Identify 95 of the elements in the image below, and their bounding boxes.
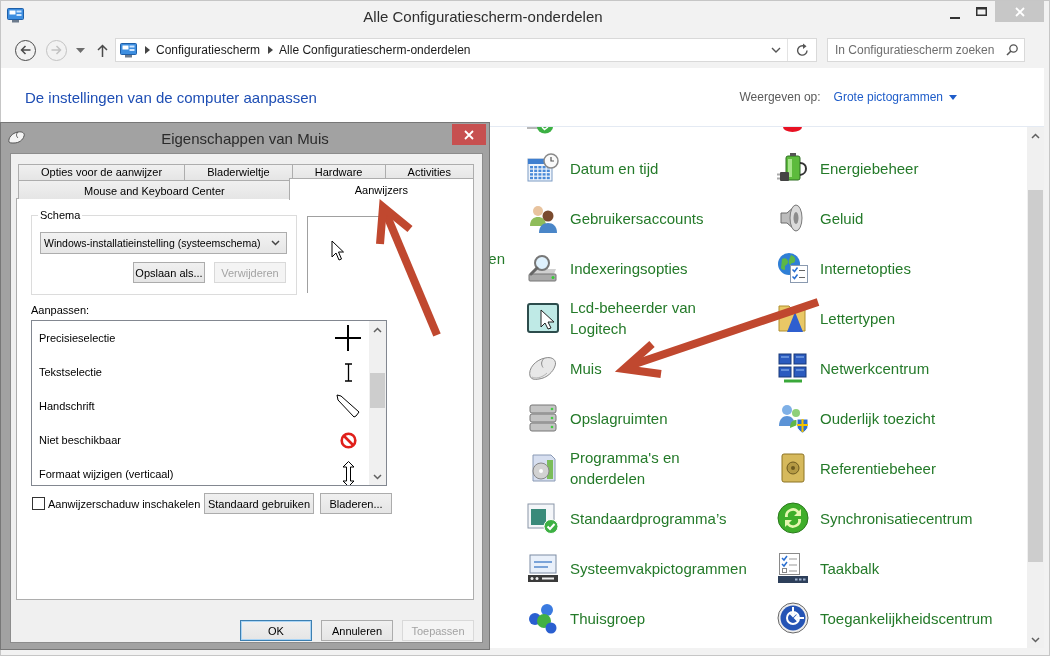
tab[interactable]: Mouse and Keyboard Center bbox=[18, 180, 291, 199]
mouse-icon bbox=[8, 131, 25, 144]
search-icon bbox=[1006, 44, 1018, 56]
tab[interactable]: Bladerwieltje bbox=[184, 164, 293, 180]
address-bar[interactable]: Configuratiescherm Alle Configuratiescherm-onderdelen bbox=[115, 38, 817, 62]
control-panel-link[interactable]: Standaardprogramma’s bbox=[527, 502, 727, 534]
control-panel-link[interactable]: Lcd-beheerder van Logitech bbox=[527, 297, 696, 339]
unavailable-cursor-icon bbox=[339, 431, 357, 449]
tab[interactable]: Opties voor de aanwijzer bbox=[18, 164, 186, 180]
breadcrumb-link[interactable]: Alle Configuratiescherm-onderdelen bbox=[279, 43, 471, 57]
check-badge-icon bbox=[527, 127, 554, 134]
globe-checklist-icon bbox=[777, 252, 809, 284]
dialog-button[interactable]: Bladeren... bbox=[320, 493, 392, 514]
control-panel-link[interactable]: Gebruikersaccounts bbox=[527, 202, 704, 234]
scrollbar-thumb[interactable] bbox=[370, 373, 385, 408]
control-panel-link[interactable]: Lettertypen bbox=[777, 302, 896, 334]
page-heading: De instellingen van de computer aanpassen bbox=[25, 88, 317, 106]
stacked-drives-icon bbox=[527, 402, 559, 434]
view-mode-dropdown[interactable]: Grote pictogrammen bbox=[833, 90, 957, 104]
arrow-cursor-icon bbox=[331, 240, 344, 261]
chevron-down-icon[interactable] bbox=[373, 473, 382, 480]
screen-pointer-icon bbox=[527, 302, 559, 334]
chevron-up-icon[interactable] bbox=[373, 326, 382, 333]
control-panel-link[interactable]: Indexeringsopties bbox=[527, 252, 688, 284]
control-panel-link[interactable]: Opslagruimten bbox=[527, 402, 668, 434]
control-panel-link[interactable]: Taakbalk bbox=[777, 552, 880, 584]
control-panel-icon bbox=[7, 7, 24, 23]
tab[interactable]: Aanwijzers bbox=[288, 178, 474, 200]
people-shield-icon bbox=[777, 402, 809, 434]
chevron-right-icon bbox=[268, 46, 274, 54]
pointer-name[interactable]: Niet beschikbaar bbox=[38, 433, 122, 447]
control-panel-link[interactable]: Geluid bbox=[777, 202, 864, 234]
arrow-right-icon bbox=[51, 45, 62, 55]
calendar-clock-icon bbox=[527, 152, 559, 184]
dialog-button[interactable]: Annuleren bbox=[321, 620, 393, 641]
dialog-button[interactable]: Standaard gebruiken bbox=[204, 493, 314, 514]
scrollbar[interactable] bbox=[369, 321, 386, 485]
pen-cursor-icon bbox=[336, 394, 360, 418]
pointer-name[interactable]: Precisieselectie bbox=[38, 331, 117, 345]
tray-panel-icon bbox=[527, 552, 559, 584]
sync-arrows-icon bbox=[777, 502, 809, 534]
crosshair-cursor-icon bbox=[335, 325, 361, 351]
control-panel-link[interactable]: Referentiebeheer bbox=[777, 452, 936, 484]
scheme-label: Schema bbox=[39, 209, 82, 222]
dialog-button[interactable]: OK bbox=[240, 620, 312, 641]
chevron-down-icon[interactable] bbox=[1031, 636, 1040, 643]
scheme-select[interactable]: Windows-installatieinstelling (systeemschema) bbox=[40, 232, 287, 254]
view-label: Weergeven op: bbox=[739, 90, 821, 104]
search-field[interactable]: In Configuratiescherm zoeken bbox=[827, 38, 1025, 62]
network-monitors-icon bbox=[777, 352, 809, 384]
control-panel-link[interactable]: Muis bbox=[527, 352, 602, 384]
control-panel-link[interactable]: Toegankelijkheidscentrum bbox=[777, 602, 993, 634]
close-icon bbox=[1014, 6, 1025, 17]
chevron-down-icon bbox=[271, 240, 280, 246]
checkbox[interactable] bbox=[32, 497, 45, 510]
maximize-icon bbox=[976, 7, 987, 16]
caret-down-icon bbox=[949, 94, 957, 100]
control-panel-link[interactable]: Synchronisatiecentrum bbox=[777, 502, 973, 534]
text-cursor-icon bbox=[343, 362, 353, 382]
caret-down-icon[interactable] bbox=[76, 47, 85, 53]
control-panel-link[interactable]: Energiebeheer bbox=[777, 152, 919, 184]
scrollbar[interactable] bbox=[1027, 127, 1044, 648]
control-panel-link[interactable]: Programma's en onderdelen bbox=[527, 447, 680, 489]
magnifier-drive-icon bbox=[527, 252, 559, 284]
control-panel-link[interactable]: Thuisgroep bbox=[527, 602, 646, 634]
pointer-name[interactable]: Handschrift bbox=[38, 399, 96, 413]
dialog-button[interactable]: Opslaan als... bbox=[133, 262, 205, 283]
refresh-icon bbox=[795, 43, 809, 57]
linked-spheres-icon bbox=[527, 602, 559, 634]
control-panel-link[interactable]: Systeemvakpictogrammen bbox=[527, 552, 747, 584]
checklist-bar-icon bbox=[777, 552, 809, 584]
accessibility-icon bbox=[777, 602, 809, 634]
breadcrumb-link[interactable]: Configuratiescherm bbox=[156, 43, 261, 57]
window-check-icon bbox=[527, 502, 559, 534]
customize-label: Aanpassen: bbox=[31, 304, 90, 317]
control-panel-link[interactable]: Datum en tijd bbox=[527, 152, 659, 184]
arrow-up-icon[interactable] bbox=[97, 43, 108, 57]
checkbox-label: Aanwijzerschaduw inschakelen bbox=[48, 497, 201, 510]
arrow-left-icon bbox=[20, 45, 31, 55]
control-panel-link[interactable]: Ouderlijk toezicht bbox=[777, 402, 936, 434]
window-title: Alle Configuratiescherm-onderdelen bbox=[363, 8, 603, 26]
control-panel-link[interactable]: Netwerkcentrum bbox=[777, 352, 930, 384]
chevron-down-icon[interactable] bbox=[771, 47, 781, 53]
scrollbar-thumb[interactable] bbox=[1028, 190, 1043, 562]
dialog-title: Eigenschappen van Muis bbox=[161, 129, 329, 148]
close-button[interactable] bbox=[452, 124, 486, 145]
pointer-name[interactable]: Formaat wijzigen (verticaal) bbox=[38, 467, 175, 481]
pointer-name[interactable]: Tekstselectie bbox=[38, 365, 103, 379]
control-panel-link[interactable]: Internetopties bbox=[777, 252, 911, 284]
control-panel-icon bbox=[120, 42, 137, 58]
chevron-up-icon[interactable] bbox=[1031, 132, 1040, 139]
close-icon bbox=[464, 129, 474, 140]
chevron-right-icon bbox=[145, 46, 150, 54]
minimize-icon bbox=[949, 17, 960, 19]
battery-plug-icon bbox=[777, 152, 809, 184]
